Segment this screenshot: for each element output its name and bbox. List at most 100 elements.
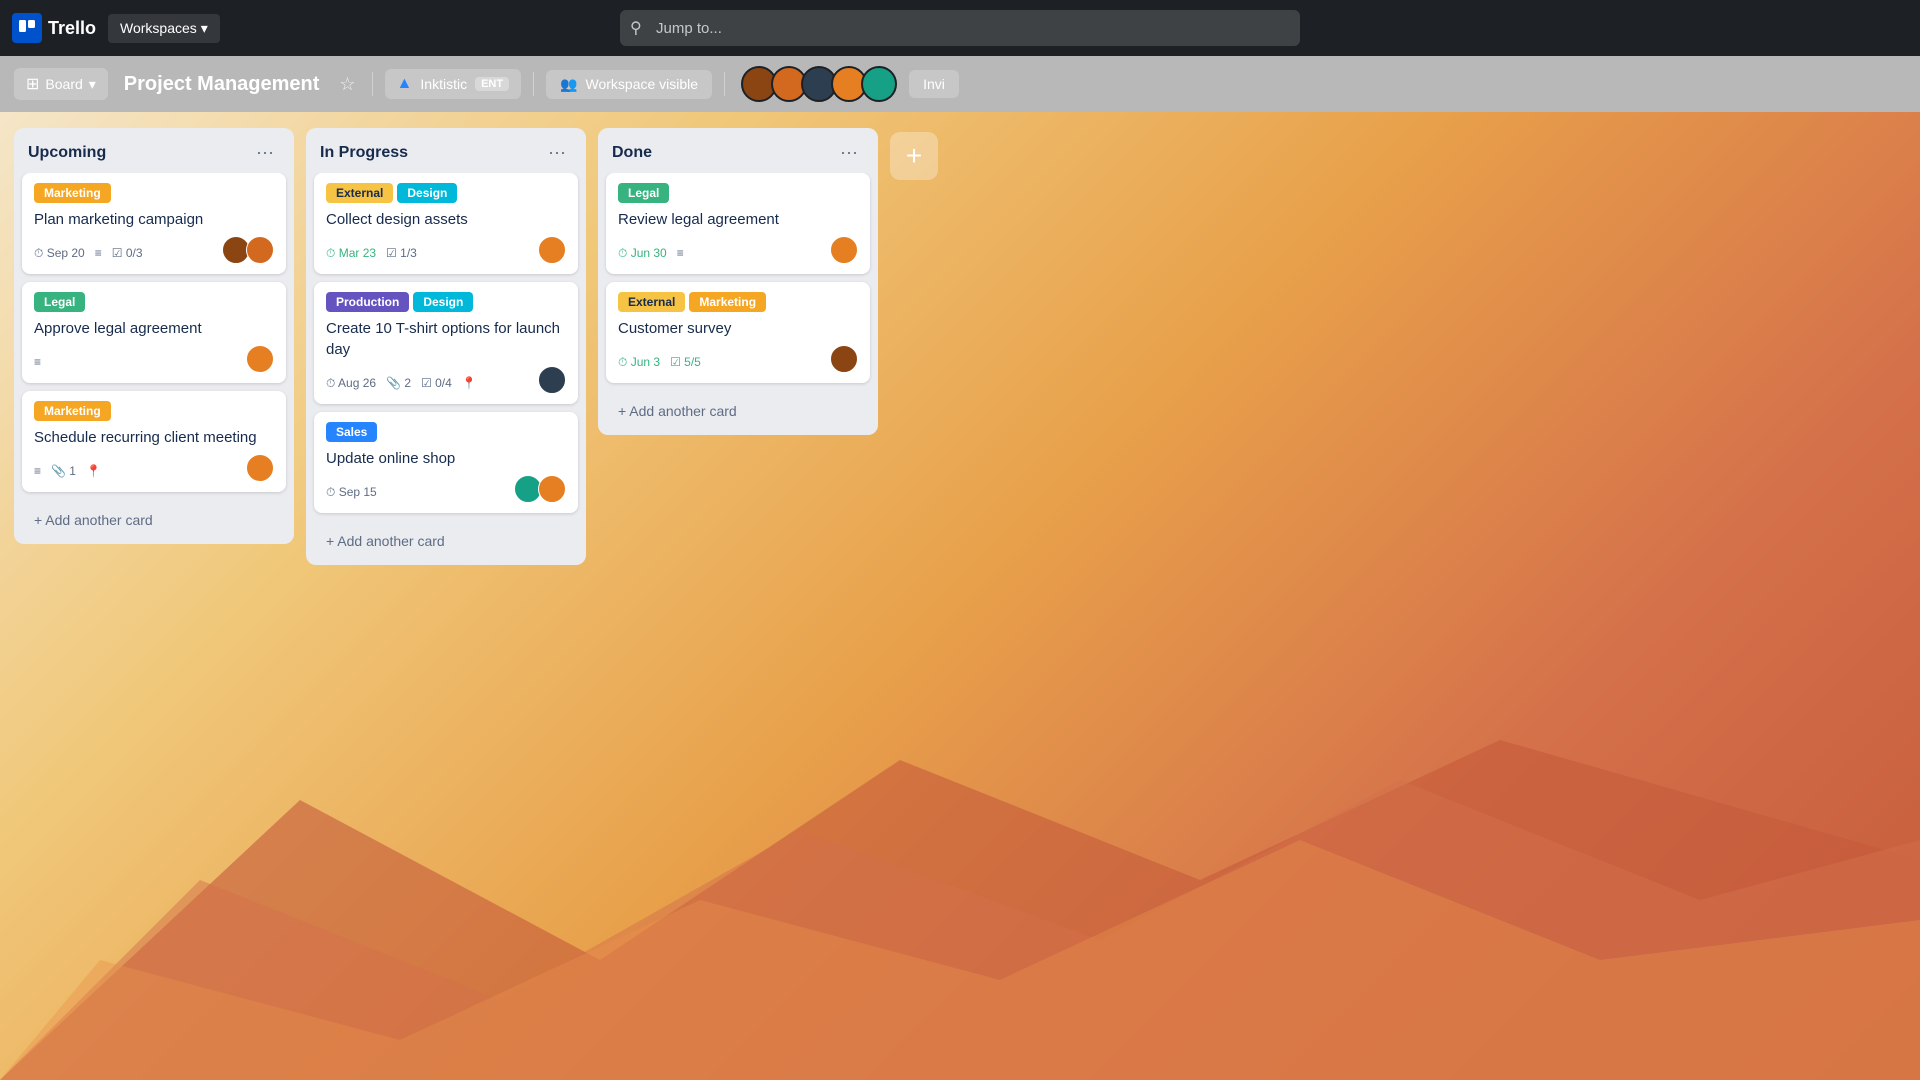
card-footer: ≡ 📎 1 📍 xyxy=(34,454,274,482)
card-avatars xyxy=(830,345,858,373)
column-title-upcoming: Upcoming xyxy=(28,144,106,162)
workspace-name: Inktistic xyxy=(420,76,467,92)
card-labels: Sales xyxy=(326,422,566,442)
meta-loc: 📍 xyxy=(86,464,101,478)
label-legal: Legal xyxy=(34,292,85,312)
board-view-button[interactable]: ⊞ Board ▾ xyxy=(14,68,108,100)
card-meta: ⏱ Aug 26 📎 2 ☑ 0/4 📍 xyxy=(326,376,477,391)
meta-date: ⏱ Mar 23 xyxy=(326,246,376,261)
card-footer: ⏱ Aug 26 📎 2 ☑ 0/4 📍 xyxy=(326,366,566,394)
cards-list-done: Legal Review legal agreement ⏱ Jun 30 ≡ xyxy=(598,173,878,391)
meta-loc: 📍 xyxy=(462,376,477,390)
card-review-legal[interactable]: Legal Review legal agreement ⏱ Jun 30 ≡ xyxy=(606,173,870,274)
meta-desc: ≡ xyxy=(677,246,684,260)
meta-date: ⏱ Sep 20 xyxy=(34,246,85,261)
card-meta: ⏱ Mar 23 ☑ 1/3 xyxy=(326,246,417,261)
card-footer: ⏱ Sep 20 ≡ ☑ 0/3 xyxy=(34,236,274,264)
card-labels: Marketing xyxy=(34,401,274,421)
board-area: Upcoming ··· Marketing Plan marketing ca… xyxy=(0,112,1920,1080)
member-avatars xyxy=(741,66,897,102)
label-design: Design xyxy=(397,183,457,203)
star-button[interactable]: ☆ xyxy=(335,70,359,99)
top-navigation: Trello Workspaces ▾ ⚲ xyxy=(0,0,1920,56)
card-labels: Legal xyxy=(34,292,274,312)
search-input[interactable] xyxy=(620,10,1300,46)
card-avatar xyxy=(830,236,858,264)
column-upcoming: Upcoming ··· Marketing Plan marketing ca… xyxy=(14,128,294,544)
column-title-done: Done xyxy=(612,144,652,162)
column-menu-button-done[interactable]: ··· xyxy=(834,140,864,165)
label-design: Design xyxy=(413,292,473,312)
card-footer: ≡ xyxy=(34,345,274,373)
card-footer: ⏱ Sep 15 xyxy=(326,475,566,503)
label-legal: Legal xyxy=(618,183,669,203)
trello-wordmark: Trello xyxy=(48,18,96,39)
card-avatars xyxy=(538,236,566,264)
board-title: Project Management xyxy=(116,73,328,96)
card-approve-legal[interactable]: Legal Approve legal agreement ≡ xyxy=(22,282,286,383)
meta-checklist: ☑ 0/4 xyxy=(421,376,452,390)
card-meta: ≡ xyxy=(34,355,41,369)
workspaces-button[interactable]: Workspaces ▾ xyxy=(108,14,220,43)
meta-date: ⏱ Jun 3 xyxy=(618,355,660,370)
card-avatar xyxy=(538,366,566,394)
meta-checklist: ☑ 1/3 xyxy=(386,246,417,260)
label-production: Production xyxy=(326,292,409,312)
invite-button[interactable]: Invi xyxy=(909,70,959,98)
card-avatar xyxy=(246,454,274,482)
card-footer: ⏱ Jun 3 ☑ 5/5 xyxy=(618,345,858,373)
column-title-inprogress: In Progress xyxy=(320,144,408,162)
chevron-down-icon: ▾ xyxy=(201,20,208,37)
card-tshirt-options[interactable]: Production Design Create 10 T-shirt opti… xyxy=(314,282,578,404)
card-avatars xyxy=(538,366,566,394)
divider xyxy=(372,72,373,96)
trello-logo[interactable]: Trello xyxy=(12,13,96,43)
card-avatars xyxy=(830,236,858,264)
card-avatars xyxy=(246,345,274,373)
workspace-chip[interactable]: ▲ Inktistic ENT xyxy=(385,69,522,99)
columns-container: Upcoming ··· Marketing Plan marketing ca… xyxy=(0,112,1920,1080)
card-avatars xyxy=(222,236,274,264)
invite-label: Invi xyxy=(923,76,945,92)
meta-checklist: ☑ 0/3 xyxy=(112,246,143,260)
workspace-visible-button[interactable]: 👥 Workspace visible xyxy=(546,70,712,99)
add-column-button[interactable]: + xyxy=(890,132,938,180)
label-marketing: Marketing xyxy=(689,292,766,312)
meta-desc: ≡ xyxy=(34,464,41,478)
card-labels: Production Design xyxy=(326,292,566,312)
card-title: Update online shop xyxy=(326,448,566,469)
meta-date: ⏱ Jun 30 xyxy=(618,246,667,261)
label-marketing: Marketing xyxy=(34,183,111,203)
board-icon: ⊞ xyxy=(26,74,39,94)
card-avatar xyxy=(538,475,566,503)
card-avatars xyxy=(514,475,566,503)
column-menu-button-inprogress[interactable]: ··· xyxy=(542,140,572,165)
card-labels: Legal xyxy=(618,183,858,203)
card-meta: ⏱ Sep 20 ≡ ☑ 0/3 xyxy=(34,246,143,261)
card-title: Review legal agreement xyxy=(618,209,858,230)
card-avatar xyxy=(246,345,274,373)
label-marketing: Marketing xyxy=(34,401,111,421)
card-customer-survey[interactable]: External Marketing Customer survey ⏱ Jun… xyxy=(606,282,870,383)
add-card-button-upcoming[interactable]: + Add another card xyxy=(22,504,286,536)
card-collect-assets[interactable]: External Design Collect design assets ⏱ … xyxy=(314,173,578,274)
card-title: Collect design assets xyxy=(326,209,566,230)
card-plan-marketing[interactable]: Marketing Plan marketing campaign ⏱ Sep … xyxy=(22,173,286,274)
add-card-button-done[interactable]: + Add another card xyxy=(606,395,870,427)
column-header-done: Done ··· xyxy=(598,128,878,173)
meta-date: ⏱ Sep 15 xyxy=(326,485,377,500)
meta-checklist: ☑ 5/5 xyxy=(670,355,701,369)
card-title: Approve legal agreement xyxy=(34,318,274,339)
meta-date: ⏱ Aug 26 xyxy=(326,376,376,391)
board-toolbar: ⊞ Board ▾ Project Management ☆ ▲ Inktist… xyxy=(0,56,1920,112)
avatar-5[interactable] xyxy=(861,66,897,102)
meta-attach: 📎 1 xyxy=(51,464,76,478)
card-meta: ⏱ Jun 3 ☑ 5/5 xyxy=(618,355,701,370)
card-meta: ≡ 📎 1 📍 xyxy=(34,464,101,478)
column-menu-button-upcoming[interactable]: ··· xyxy=(250,140,280,165)
card-update-shop[interactable]: Sales Update online shop ⏱ Sep 15 xyxy=(314,412,578,513)
card-avatar xyxy=(830,345,858,373)
add-card-button-inprogress[interactable]: + Add another card xyxy=(314,525,578,557)
card-schedule-meeting[interactable]: Marketing Schedule recurring client meet… xyxy=(22,391,286,492)
card-labels: Marketing xyxy=(34,183,274,203)
